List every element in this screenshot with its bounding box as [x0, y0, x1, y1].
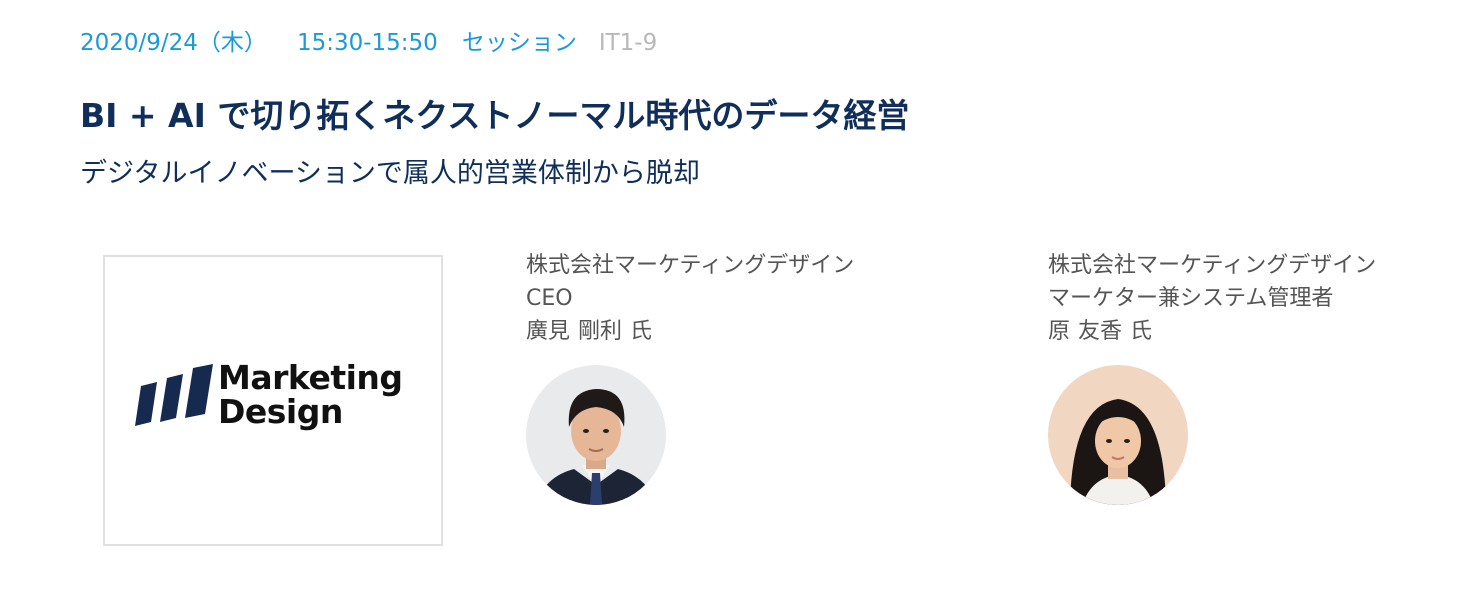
logo-line-1: Marketing	[218, 358, 403, 397]
session-meta: 2020/9/24（木） 15:30-15:50 セッション IT1-9	[80, 28, 657, 58]
session-time: 15:30-15:50	[296, 30, 438, 56]
speaker-company: 株式会社マーケティングデザイン	[1048, 253, 1377, 278]
man-in-suit-portrait-icon	[526, 365, 666, 505]
speaker-family-name: 廣見	[526, 319, 571, 344]
speaker-honorific: 氏	[630, 319, 653, 344]
speaker-company: 株式会社マーケティングデザイン	[526, 253, 855, 278]
speaker-name: 原友香氏	[1048, 315, 1461, 348]
sponsor-logo: Marketing Design	[103, 255, 443, 546]
session-subtitle: デジタルイノベーションで属人的営業体制から脱却	[80, 158, 700, 189]
speaker-honorific: 氏	[1130, 319, 1153, 344]
speaker-given-name: 剛利	[578, 319, 623, 344]
speaker-given-name: 友香	[1078, 319, 1123, 344]
session-code: IT1-9	[598, 30, 658, 56]
speaker-card: 株式会社マーケティングデザイン マーケター兼システム管理者 原友香氏	[1048, 249, 1461, 505]
speaker-avatar	[526, 365, 666, 505]
session-type: セッション	[461, 30, 577, 56]
woman-portrait-icon	[1048, 365, 1188, 505]
logo-wordmark: Marketing Design	[218, 361, 403, 429]
speaker-family-name: 原	[1048, 319, 1071, 344]
session-title: BI + AI で切り拓くネクストノーマル時代のデータ経営	[80, 96, 910, 135]
speaker-name: 廣見 剛利氏	[526, 315, 946, 348]
speaker-card: 株式会社マーケティングデザイン CEO 廣見 剛利氏	[526, 249, 946, 505]
session-date: 2020/9/24（木）	[80, 30, 267, 56]
speaker-avatar	[1048, 365, 1188, 505]
marketing-design-bars-icon	[135, 364, 213, 426]
logo-line-2: Design	[218, 392, 343, 431]
speaker-role: マーケター兼システム管理者	[1048, 286, 1334, 311]
speaker-role: CEO	[526, 286, 573, 311]
